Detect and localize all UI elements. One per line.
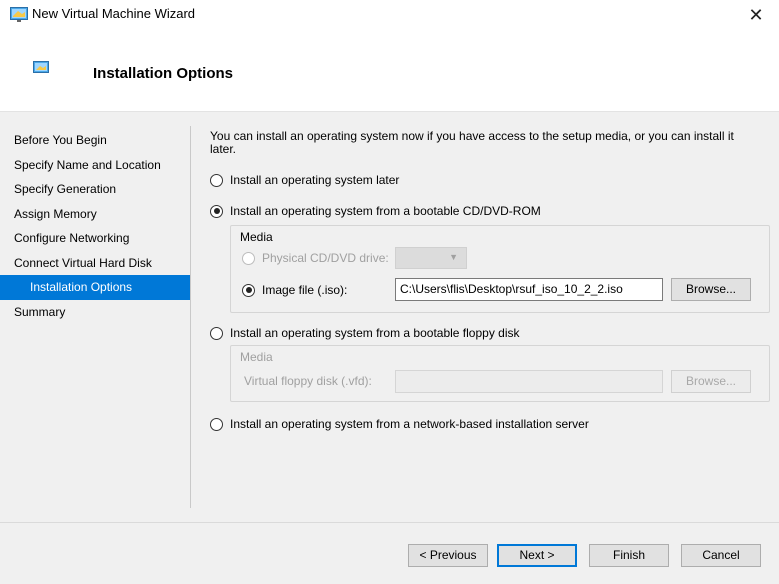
install-cd-radio[interactable] <box>210 204 223 218</box>
wizard-body: Before You Begin Specify Name and Locati… <box>0 112 779 522</box>
image-file-label: Image file (.iso): <box>262 283 348 297</box>
install-cd-label: Install an operating system from a boota… <box>230 204 541 218</box>
nav-item-before-you-begin[interactable]: Before You Begin <box>0 128 190 153</box>
floppy-media-legend: Media <box>240 350 273 364</box>
next-button[interactable]: Next > <box>497 544 577 567</box>
option-install-later[interactable]: Install an operating system later <box>210 172 399 188</box>
vfd-label: Virtual floppy disk (.vfd): <box>244 374 372 388</box>
window-title: New Virtual Machine Wizard <box>32 6 196 21</box>
nav-item-installation-options[interactable]: Installation Options <box>0 275 190 300</box>
nav-item-assign-memory[interactable]: Assign Memory <box>0 202 190 227</box>
intro-text: You can install an operating system now … <box>210 129 734 156</box>
cancel-button[interactable]: Cancel <box>681 544 761 567</box>
nav-item-summary[interactable]: Summary <box>0 300 190 325</box>
install-floppy-radio[interactable] <box>210 326 223 340</box>
option-install-cd[interactable]: Install an operating system from a boota… <box>210 203 541 219</box>
vfd-path-input <box>395 370 663 393</box>
nav-item-specify-generation[interactable]: Specify Generation <box>0 177 190 202</box>
chevron-down-icon: ▼ <box>449 252 458 262</box>
option-install-floppy[interactable]: Install an operating system from a boota… <box>210 325 520 341</box>
nav-item-connect-vhd[interactable]: Connect Virtual Hard Disk <box>0 251 190 276</box>
close-icon[interactable]: ✕ <box>733 0 779 30</box>
options-panel: You can install an operating system now … <box>210 129 770 431</box>
physical-drive-radio <box>242 251 255 265</box>
install-network-radio[interactable] <box>210 417 223 431</box>
physical-drive-select: ▼ <box>395 247 467 269</box>
finish-button[interactable]: Finish <box>589 544 669 567</box>
install-later-label: Install an operating system later <box>230 173 400 187</box>
floppy-media-group: Media Virtual floppy disk (.vfd): Browse… <box>230 345 770 402</box>
previous-button[interactable]: < Previous <box>408 544 488 567</box>
image-file-path-input[interactable]: C:\Users\flis\Desktop\rsuf_iso_10_2_2.is… <box>395 278 663 301</box>
physical-drive-label: Physical CD/DVD drive: <box>262 251 389 265</box>
image-file-radio[interactable] <box>242 283 255 297</box>
nav-item-specify-name-location[interactable]: Specify Name and Location <box>0 153 190 178</box>
floppy-browse-button: Browse... <box>671 370 751 393</box>
install-floppy-label: Install an operating system from a boota… <box>230 326 520 340</box>
option-image-file[interactable]: Image file (.iso): <box>242 282 347 298</box>
cd-browse-button[interactable]: Browse... <box>671 278 751 301</box>
wizard-footer: < Previous Next > Finish Cancel <box>0 522 779 584</box>
wizard-header: Installation Options <box>0 30 779 112</box>
option-install-network[interactable]: Install an operating system from a netwo… <box>210 416 589 432</box>
hyper-v-app-icon <box>10 7 28 23</box>
wizard-steps-nav: Before You Begin Specify Name and Locati… <box>0 128 190 324</box>
page-title: Installation Options <box>93 65 234 82</box>
wizard-icon <box>33 60 49 76</box>
option-physical-drive: Physical CD/DVD drive: <box>242 250 389 266</box>
cd-media-group: Media Physical CD/DVD drive: ▼ Image fil… <box>230 225 770 313</box>
install-network-label: Install an operating system from a netwo… <box>230 417 589 431</box>
cd-media-legend: Media <box>240 230 273 244</box>
install-later-radio[interactable] <box>210 173 223 187</box>
nav-item-configure-networking[interactable]: Configure Networking <box>0 226 190 251</box>
title-bar: New Virtual Machine Wizard ✕ <box>0 0 779 30</box>
nav-divider <box>190 126 191 508</box>
